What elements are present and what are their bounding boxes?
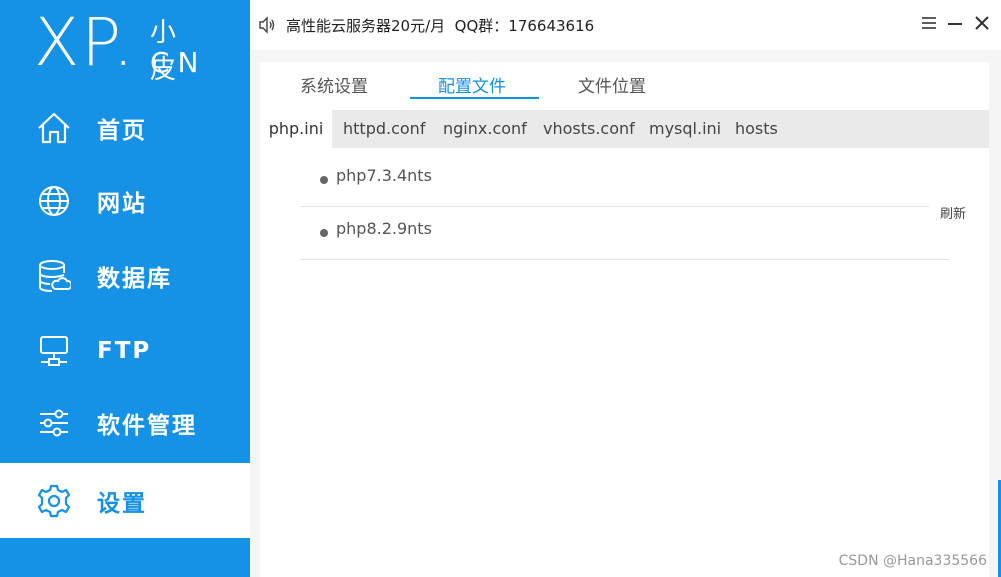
watermark: CSDN @Hana335566 (838, 553, 987, 569)
sidebar-item-label: 设置 (97, 490, 147, 517)
gear-icon (36, 483, 72, 519)
sidebar-item-database[interactable]: 数据库 (0, 238, 250, 313)
sidebar-item-label: FTP (97, 337, 152, 364)
subtab-hosts[interactable]: hosts (735, 110, 778, 148)
tab-system-settings[interactable]: 系统设置 (300, 72, 368, 97)
close-button[interactable] (971, 12, 993, 34)
subtab-php-ini[interactable]: php.ini (260, 110, 332, 148)
sidebar-item-ftp[interactable]: FTP (0, 313, 250, 388)
php-version-label: php7.3.4nts (336, 166, 432, 185)
sidebar-item-software[interactable]: 软件管理 (0, 385, 250, 460)
list-item[interactable]: php8.2.9nts (300, 207, 949, 260)
tab-file-location[interactable]: 文件位置 (578, 72, 646, 97)
sliders-icon (36, 405, 72, 441)
config-subtab-bar: php.ini httpd.conf nginx.conf vhosts.con… (260, 110, 989, 148)
sidebar-item-website[interactable]: 网站 (0, 163, 250, 238)
active-tab-indicator (410, 97, 539, 99)
sidebar-item-label: 网站 (97, 190, 147, 217)
main-area: 高性能云服务器20元/月 QQ群：176643616 系统设置 配置文件 文件位… (250, 0, 1001, 577)
menu-button[interactable] (918, 12, 940, 34)
refresh-button[interactable]: 刷新 (940, 203, 966, 222)
globe-icon (36, 183, 72, 219)
title-bar: 高性能云服务器20元/月 QQ群：176643616 (250, 0, 1001, 50)
ftp-server-icon (36, 333, 72, 369)
sidebar: XP. 小皮 CN 首页 网站 数据库 FTP 软件管理 设置 (0, 0, 250, 577)
home-icon (36, 110, 72, 146)
speaker-icon (258, 16, 276, 34)
database-icon (36, 258, 72, 294)
sidebar-item-label: 数据库 (97, 265, 172, 292)
sidebar-item-settings[interactable]: 设置 (0, 463, 250, 538)
sidebar-item-label: 软件管理 (97, 412, 197, 439)
bullet-dot (320, 229, 328, 237)
logo-xp: XP. (34, 4, 136, 81)
logo-cn-bottom: CN (150, 46, 207, 79)
bullet-dot (320, 176, 328, 184)
subtab-mysql-ini[interactable]: mysql.ini (649, 110, 721, 148)
sidebar-item-label: 首页 (97, 117, 147, 144)
subtab-nginx-conf[interactable]: nginx.conf (443, 110, 527, 148)
settings-panel: 系统设置 配置文件 文件位置 php.ini httpd.conf nginx.… (260, 62, 989, 577)
php-version-label: php8.2.9nts (336, 219, 432, 238)
tab-config-files[interactable]: 配置文件 (438, 72, 506, 97)
subtab-httpd-conf[interactable]: httpd.conf (343, 110, 425, 148)
window-title: 高性能云服务器20元/月 QQ群：176643616 (286, 17, 595, 35)
sidebar-item-home[interactable]: 首页 (0, 90, 250, 165)
minimize-button[interactable] (944, 12, 966, 34)
tab-bar: 系统设置 配置文件 文件位置 (260, 62, 989, 110)
subtab-vhosts-conf[interactable]: vhosts.conf (543, 110, 635, 148)
list-item[interactable]: php7.3.4nts (300, 154, 929, 207)
